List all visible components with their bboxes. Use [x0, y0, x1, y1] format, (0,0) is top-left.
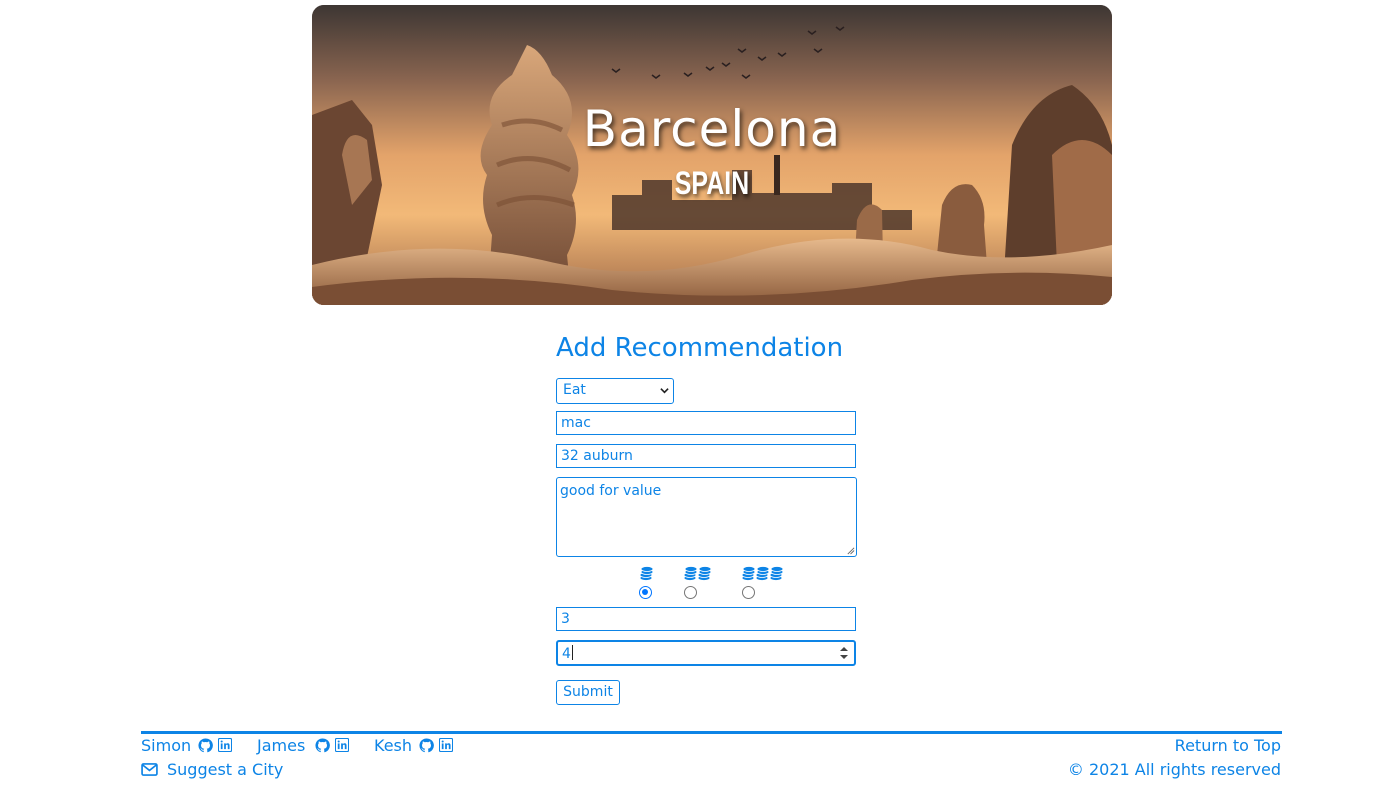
price-radio-2[interactable]: [684, 586, 697, 599]
github-icon[interactable]: [419, 738, 434, 753]
coins-2-icon: [683, 566, 712, 581]
submit-button[interactable]: Submit: [556, 680, 620, 705]
description-text: good for value: [560, 483, 662, 499]
author-name-james: James: [257, 736, 306, 755]
number-input-value: 4: [562, 646, 571, 662]
linkedin-icon[interactable]: [218, 738, 232, 752]
author-name-kesh: Kesh: [374, 736, 413, 755]
rating-input[interactable]: 3: [556, 607, 856, 631]
form-title: Add Recommendation: [556, 333, 844, 363]
city-name: Barcelona: [582, 100, 842, 158]
country-name: SPAIN: [674, 165, 750, 201]
github-icon[interactable]: [315, 738, 330, 753]
chevron-down-icon: [660, 388, 669, 394]
github-icon[interactable]: [198, 738, 213, 753]
price-radio-3[interactable]: [742, 586, 755, 599]
linkedin-icon[interactable]: [335, 738, 349, 752]
name-input[interactable]: mac: [556, 411, 856, 435]
author-name-simon: Simon: [141, 736, 192, 755]
resize-grip-icon[interactable]: [846, 546, 855, 555]
price-radio-1[interactable]: [639, 586, 652, 599]
footer-divider: [141, 731, 1282, 734]
number-spinner-icon[interactable]: [837, 643, 851, 663]
number-input[interactable]: 4: [556, 640, 856, 666]
address-input[interactable]: 32 auburn: [556, 444, 856, 468]
return-to-top-link[interactable]: Return to Top: [1175, 736, 1281, 756]
category-selected-value: Eat: [563, 382, 586, 398]
city-hero-banner: Barcelona SPAIN: [312, 5, 1112, 305]
text-caret: [571, 645, 573, 660]
coins-1-icon: [639, 566, 654, 581]
coins-3-icon: [741, 566, 784, 581]
category-select[interactable]: Eat: [556, 378, 674, 404]
linkedin-icon[interactable]: [439, 738, 453, 752]
envelope-icon[interactable]: [141, 763, 158, 776]
description-textarea[interactable]: good for value: [556, 477, 857, 557]
suggest-city-link[interactable]: Suggest a City: [167, 760, 283, 780]
copyright-text: © 2021 All rights reserved: [1067, 760, 1281, 779]
